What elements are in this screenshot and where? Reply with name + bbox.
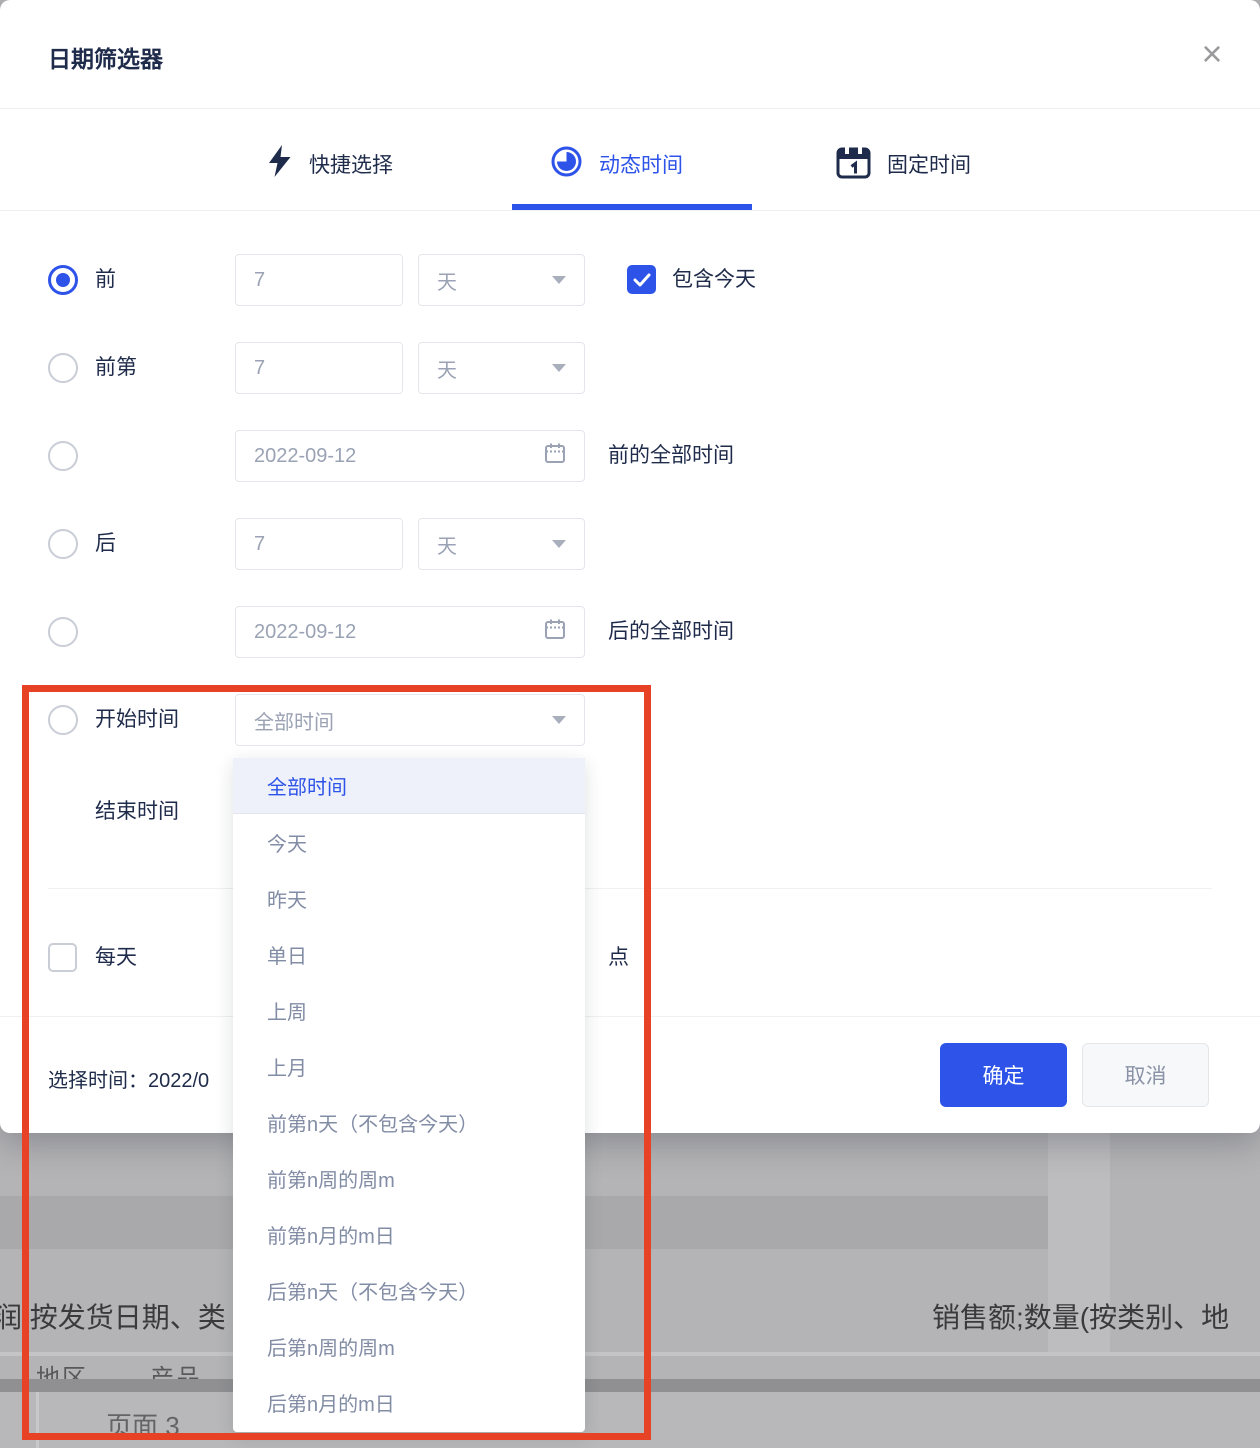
dropdown-option[interactable]: 上月: [233, 1038, 585, 1094]
label-start-time: 开始时间: [95, 705, 179, 735]
dropdown-option[interactable]: 单日: [233, 926, 585, 982]
before-count-input[interactable]: 7: [235, 254, 403, 306]
label-before-nth: 前第: [95, 353, 137, 383]
calendar-icon: [544, 618, 566, 646]
close-icon[interactable]: ×: [1192, 34, 1232, 74]
chevron-down-icon: [552, 540, 566, 548]
tab-fixed-time[interactable]: 固定时间: [836, 144, 971, 184]
dropdown-option[interactable]: 后第n周的周m: [233, 1318, 585, 1374]
include-today-checkbox[interactable]: [627, 265, 656, 294]
background-page-tabbar: [0, 1392, 1260, 1448]
footer-divider: [0, 1016, 1260, 1017]
dropdown-option[interactable]: 昨天: [233, 870, 585, 926]
label-after: 后: [95, 529, 116, 559]
tab-label: 动态时间: [599, 149, 683, 179]
selected-time-text: 选择时间：2022/0: [48, 1064, 209, 1093]
tab-label: 快捷选择: [309, 149, 393, 179]
start-time-value: 全部时间: [254, 706, 334, 735]
check-icon: [633, 273, 651, 287]
lightning-icon: [266, 144, 293, 184]
section-divider: [48, 888, 1212, 889]
background-page-tab: 页面 3: [106, 1406, 180, 1443]
after-count-input[interactable]: 7: [235, 518, 403, 570]
before-count-value: 7: [254, 269, 265, 292]
chevron-down-icon: [552, 276, 566, 284]
start-time-select[interactable]: 全部时间: [235, 694, 585, 746]
tab-label: 固定时间: [887, 149, 971, 179]
dropdown-option[interactable]: 后第n天（不包含今天）: [233, 1262, 585, 1318]
radio-after[interactable]: [48, 529, 78, 559]
active-tab-underline: [512, 204, 752, 210]
after-all-date-value: 2022-09-12: [254, 621, 356, 644]
tabs-divider: [0, 210, 1260, 211]
label-before-all: 前的全部时间: [608, 441, 734, 471]
label-daily-hour-suffix: 点: [608, 943, 629, 973]
tab-dynamic-time[interactable]: 动态时间: [550, 144, 683, 184]
chevron-down-icon: [552, 716, 566, 724]
dropdown-option[interactable]: 全部时间: [233, 758, 585, 814]
dialog-title: 日期筛选器: [48, 40, 163, 74]
label-include-today: 包含今天: [672, 265, 756, 295]
before-nth-count-value: 7: [254, 357, 265, 380]
after-count-value: 7: [254, 533, 265, 556]
after-unit-value: 天: [437, 530, 457, 559]
dropdown-option[interactable]: 后第n月的m日: [233, 1374, 585, 1430]
background-left-chart-title: 润 按发货日期、类: [0, 1296, 226, 1336]
radio-before[interactable]: [48, 265, 78, 295]
tab-quick-select[interactable]: 快捷选择: [266, 144, 393, 184]
chevron-down-icon: [552, 364, 566, 372]
dropdown-option[interactable]: 前第n周的周m: [233, 1150, 585, 1206]
radio-before-nth[interactable]: [48, 353, 78, 383]
date-filter-dialog: 日期筛选器 × 快捷选择 动态时间 固定时间: [0, 0, 1260, 1133]
label-after-all: 后的全部时间: [608, 617, 734, 647]
confirm-button[interactable]: 确定: [940, 1043, 1067, 1107]
start-time-dropdown: 全部时间 今天 昨天 单日 上周 上月 前第n天（不包含今天） 前第n周的周m …: [233, 758, 585, 1432]
background-right-chart-title: 销售额;数量(按类别、地: [932, 1296, 1229, 1336]
radio-start-end-time[interactable]: [48, 705, 78, 735]
before-all-date-input[interactable]: 2022-09-12: [235, 430, 585, 482]
cancel-button[interactable]: 取消: [1082, 1043, 1209, 1107]
label-before: 前: [95, 265, 116, 295]
before-nth-unit-select[interactable]: 天: [418, 342, 585, 394]
after-unit-select[interactable]: 天: [418, 518, 585, 570]
before-unit-value: 天: [437, 266, 457, 295]
clock-icon: [550, 145, 583, 184]
before-all-date-value: 2022-09-12: [254, 445, 356, 468]
dropdown-option[interactable]: 今天: [233, 814, 585, 870]
header-divider: [0, 108, 1260, 109]
radio-after-all[interactable]: [48, 617, 78, 647]
label-daily: 每天: [95, 943, 137, 973]
radio-before-all[interactable]: [48, 441, 78, 471]
dropdown-option[interactable]: 上周: [233, 982, 585, 1038]
dropdown-option[interactable]: 前第n天（不包含今天）: [233, 1094, 585, 1150]
background-table-header-strip: [0, 1379, 1260, 1392]
calendar-icon: [836, 143, 871, 186]
background-divider: [0, 1352, 1260, 1356]
after-all-date-input[interactable]: 2022-09-12: [235, 606, 585, 658]
before-nth-unit-value: 天: [437, 354, 457, 383]
daily-checkbox[interactable]: [48, 943, 77, 972]
background-tabbar-divider: [36, 1392, 39, 1448]
calendar-icon: [544, 442, 566, 470]
label-end-time: 结束时间: [95, 797, 179, 827]
before-nth-count-input[interactable]: 7: [235, 342, 403, 394]
dropdown-option[interactable]: 前第n月的m日: [233, 1206, 585, 1262]
before-unit-select[interactable]: 天: [418, 254, 585, 306]
